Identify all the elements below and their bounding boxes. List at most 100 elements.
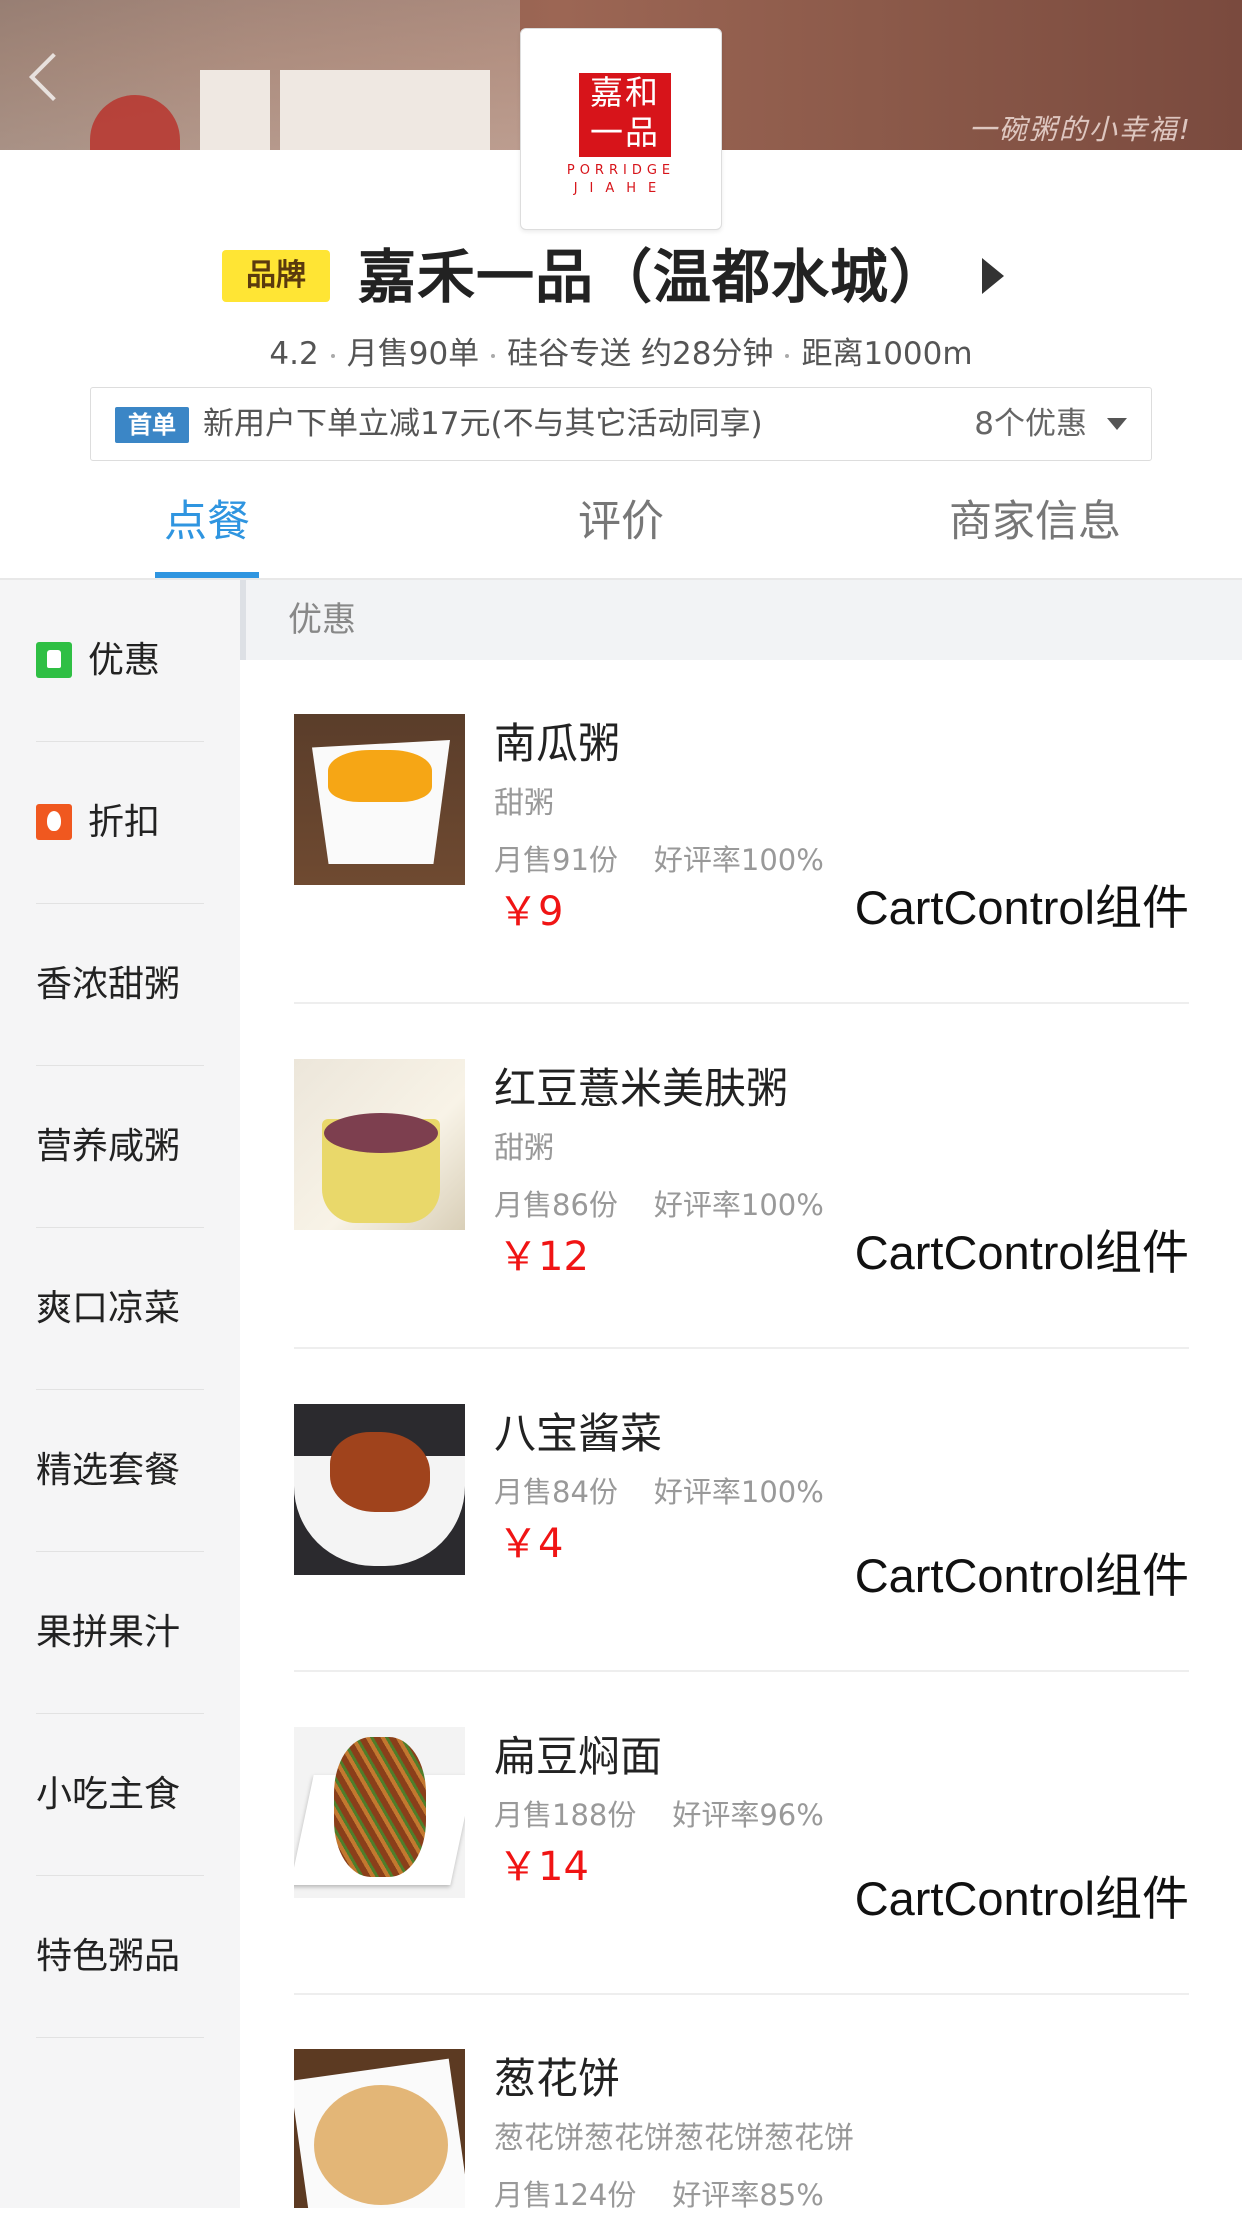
- sidebar-item-savory-porridge[interactable]: 营养咸粥: [0, 1066, 240, 1228]
- sidebar-item-sweet-porridge[interactable]: 香浓甜粥: [0, 904, 240, 1066]
- sidebar-item-snacks[interactable]: 小吃主食: [0, 1714, 240, 1876]
- sidebar-item-fruit-juice[interactable]: 果拼果汁: [0, 1552, 240, 1714]
- logo-subtitle: PORRIDGE: [566, 163, 676, 178]
- banner-sign: [200, 70, 270, 150]
- active-tab-indicator: [155, 572, 259, 578]
- cart-control[interactable]: CartControl组件: [855, 878, 1189, 938]
- store-monthly-sales: 月售90单: [346, 336, 480, 372]
- sidebar-item-label: 香浓甜粥: [36, 964, 181, 1005]
- food-image[interactable]: [294, 1727, 465, 1898]
- store-logo: 嘉和 一品 PORRIDGE JIAHE: [520, 28, 722, 230]
- tab-reviews[interactable]: 评价: [469, 470, 773, 576]
- food-item[interactable]: 红豆薏米美肤粥 甜粥 月售86份 好评率100% ￥12 CartControl组…: [294, 1059, 1189, 1349]
- food-desc: 甜粥: [494, 1131, 554, 1166]
- porridge-shape: [324, 1113, 438, 1153]
- back-arrow-icon[interactable]: [22, 48, 62, 108]
- food-price: ￥12: [498, 1234, 589, 1280]
- soup-shape: [328, 750, 432, 802]
- divider: [294, 1993, 1189, 1995]
- separator-dot: [330, 353, 335, 358]
- category-sidebar: 优惠 折扣 香浓甜粥 营养咸粥 爽口凉菜 精选套餐 果拼果汁 小吃主食 特色粥品: [0, 580, 240, 2208]
- food-name: 葱花饼: [494, 2054, 621, 2103]
- fire-icon: [36, 804, 72, 840]
- food-name: 南瓜粥: [494, 719, 621, 768]
- food-price: ￥4: [498, 1521, 564, 1567]
- food-stats: 月售84份 好评率100%: [494, 1472, 824, 1512]
- food-stats: 月售91份 好评率100%: [494, 840, 824, 880]
- store-distance: 距离1000m: [801, 336, 973, 372]
- sidebar-item-label: 营养咸粥: [36, 1126, 181, 1167]
- store-name: 嘉禾一品（温都水城）: [358, 243, 949, 311]
- food-stats: 月售124份 好评率85%: [494, 2175, 824, 2215]
- cart-control[interactable]: CartControl组件: [855, 1546, 1189, 1606]
- sidebar-item-label: 折扣: [88, 802, 161, 843]
- section-header: 优惠: [240, 580, 1242, 660]
- cart-control[interactable]: CartControl组件: [855, 1223, 1189, 1283]
- food-rating: 好评率100%: [653, 843, 824, 877]
- logo-char-line: 一品: [590, 113, 660, 152]
- food-name: 红豆薏米美肤粥: [494, 1064, 789, 1113]
- food-name: 扁豆焖面: [494, 1732, 663, 1781]
- sidebar-item-label: 爽口凉菜: [36, 1288, 181, 1329]
- food-item[interactable]: 扁豆焖面 月售188份 好评率96% ￥14 CartControl组件: [294, 1727, 1189, 1995]
- banner-slogan: 一碗粥的小幸福!: [968, 113, 1192, 146]
- divider: [294, 1002, 1189, 1004]
- store-rating: 4.2: [269, 336, 319, 372]
- sidebar-item-label: 精选套餐: [36, 1450, 181, 1491]
- tab-order[interactable]: 点餐: [55, 470, 359, 576]
- sidebar-item-special-porridge[interactable]: 特色粥品: [0, 1876, 240, 2038]
- banner-sign: [280, 70, 490, 150]
- food-price: ￥14: [498, 1844, 589, 1890]
- sidebar-item-set-meals[interactable]: 精选套餐: [0, 1390, 240, 1552]
- sidebar-item-label: 小吃主食: [36, 1774, 181, 1815]
- sidebar-item-sale[interactable]: 折扣: [0, 742, 240, 904]
- food-sales: 月售84份: [494, 1475, 618, 1509]
- food-image[interactable]: [294, 1059, 465, 1230]
- store-title-row[interactable]: 品牌 嘉禾一品（温都水城）: [0, 240, 1242, 320]
- section-title: 优惠: [288, 600, 356, 640]
- food-price: ￥9: [498, 889, 564, 935]
- pancake-shape: [314, 2085, 448, 2205]
- food-image[interactable]: [294, 714, 465, 885]
- store-meta: 4.2 月售90单 硅谷专送 约28分钟 距离1000m: [0, 328, 1242, 373]
- brand-badge: 品牌: [222, 250, 330, 302]
- food-stats: 月售188份 好评率96%: [494, 1795, 824, 1835]
- food-sales: 月售86份: [494, 1188, 618, 1222]
- promo-text: 新用户下单立减17元(不与其它活动同享): [203, 406, 763, 442]
- logo-mark: 嘉和 一品: [579, 73, 671, 157]
- tab-store-info[interactable]: 商家信息: [883, 470, 1187, 576]
- food-sales: 月售91份: [494, 843, 618, 877]
- food-item[interactable]: 八宝酱菜 月售84份 好评率100% ￥4 CartControl组件: [294, 1404, 1189, 1672]
- food-rating: 好评率85%: [672, 2178, 824, 2212]
- food-rating: 好评率96%: [672, 1798, 824, 1832]
- food-image[interactable]: [294, 1404, 465, 1575]
- logo-char-line: 嘉和: [590, 73, 660, 112]
- sidebar-item-label: 优惠: [88, 640, 161, 681]
- food-name: 八宝酱菜: [494, 1409, 663, 1458]
- food-item[interactable]: 葱花饼 葱花饼葱花饼葱花饼葱花饼 月售124份 好评率85%: [294, 2049, 1189, 2212]
- sidebar-item-cold-dishes[interactable]: 爽口凉菜: [0, 1228, 240, 1390]
- food-image[interactable]: [294, 2049, 465, 2208]
- chevron-right-icon[interactable]: [982, 258, 1004, 294]
- logo-subtitle: JIAHE: [573, 181, 669, 196]
- divider: [294, 1670, 1189, 1672]
- cart-control[interactable]: CartControl组件: [855, 1869, 1189, 1929]
- sidebar-item-label: 果拼果汁: [36, 1612, 181, 1653]
- separator-dot: [491, 353, 496, 358]
- dish-shape: [334, 1737, 426, 1877]
- promo-bar[interactable]: 首单 新用户下单立减17元(不与其它活动同享) 8个优惠: [90, 387, 1152, 461]
- food-rating: 好评率100%: [653, 1188, 824, 1222]
- food-item[interactable]: 南瓜粥 甜粥 月售91份 好评率100% ￥9 CartControl组件: [294, 714, 1189, 1004]
- store-delivery: 硅谷专送 约28分钟: [507, 336, 774, 372]
- caret-down-icon[interactable]: [1107, 418, 1127, 430]
- promo-count[interactable]: 8个优惠: [974, 404, 1087, 444]
- sidebar-item-label: 特色粥品: [36, 1936, 181, 1977]
- separator-dot: [785, 353, 790, 358]
- discount-tag-icon: [36, 642, 72, 678]
- food-stats: 月售86份 好评率100%: [494, 1185, 824, 1225]
- food-desc: 甜粥: [494, 786, 554, 821]
- promo-tag: 首单: [115, 407, 189, 443]
- food-sales: 月售188份: [494, 1798, 637, 1832]
- food-rating: 好评率100%: [653, 1475, 824, 1509]
- sidebar-item-discount[interactable]: 优惠: [0, 580, 240, 742]
